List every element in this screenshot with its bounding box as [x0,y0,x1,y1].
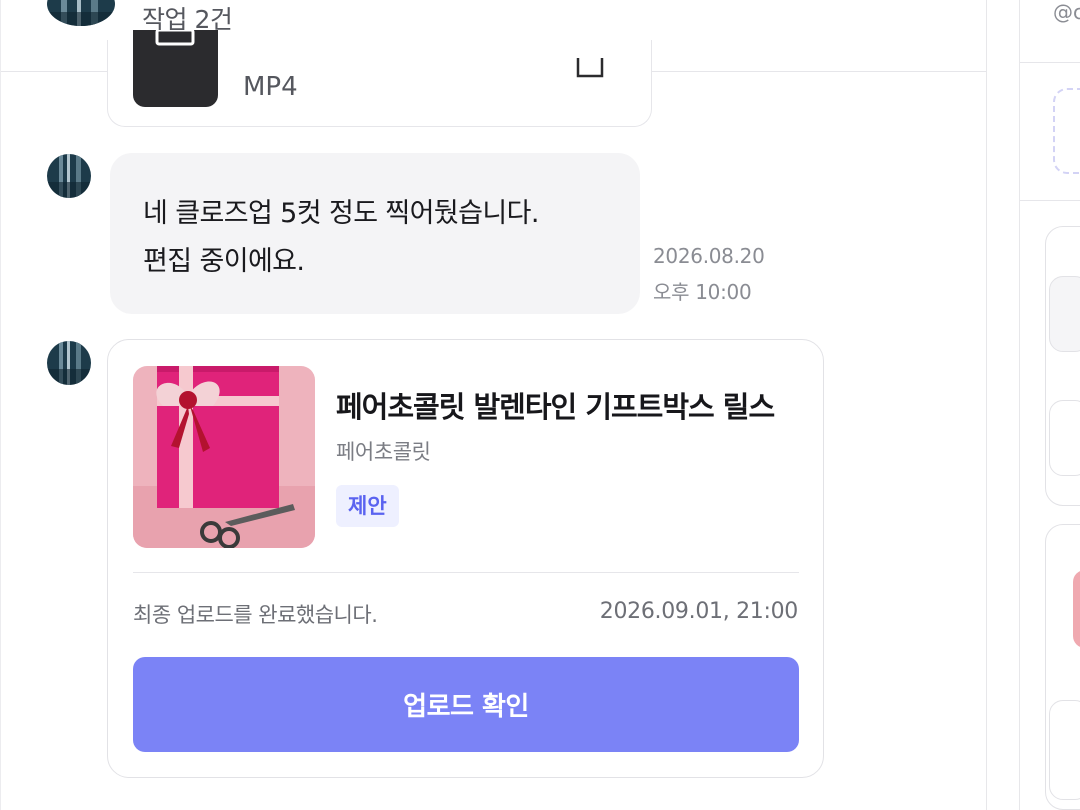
video-file-icon [133,30,218,107]
message-time: 오후 10:00 [653,280,752,304]
header-avatar[interactable] [47,0,115,26]
status-badge: 제안 [336,485,399,527]
divider [1020,200,1080,201]
sender-avatar[interactable] [47,341,91,385]
file-attachment-card[interactable]: MP4 [107,30,652,127]
download-icon[interactable] [576,56,604,78]
chat-pane: 작업 2건 MP4 네 클로즈업 5컷 정도 찍어뒀습니다. 편집 중이에요. … [0,0,987,810]
message-bubble: 네 클로즈업 5컷 정도 찍어뒀습니다. 편집 중이에요. [110,153,640,314]
sender-avatar[interactable] [47,154,91,198]
product-card[interactable]: 페어초콜릿 발렌타인 기프트박스 릴스 페어초콜릿 제안 최종 업로드를 완료했… [107,339,824,778]
side-card-inner [1049,276,1080,352]
message-line: 편집 중이에요. [143,246,305,277]
side-panel: @c [1019,0,1080,810]
product-image[interactable] [133,366,315,548]
product-title[interactable]: 페어초콜릿 발렌타인 기프트박스 릴스 [336,384,775,426]
side-card-thumbnail[interactable] [1073,570,1080,648]
divider [1020,62,1080,63]
message-line: 네 클로즈업 5컷 정도 찍어뒀습니다. [143,198,539,229]
upload-dropzone[interactable] [1053,88,1080,174]
divider [133,572,799,573]
message-date: 2026.08.20 [653,244,765,268]
side-card-inner [1049,700,1080,800]
upload-status-text: 최종 업로드를 완료했습니다. [133,603,378,627]
side-card-inner [1049,400,1080,476]
product-brand: 페어초콜릿 [336,440,431,464]
upload-status-date: 2026.09.01, 21:00 [599,599,799,624]
confirm-upload-button[interactable]: 업로드 확인 [133,657,799,752]
side-handle-label: @c [1053,0,1080,24]
file-type-label: MP4 [243,72,298,102]
